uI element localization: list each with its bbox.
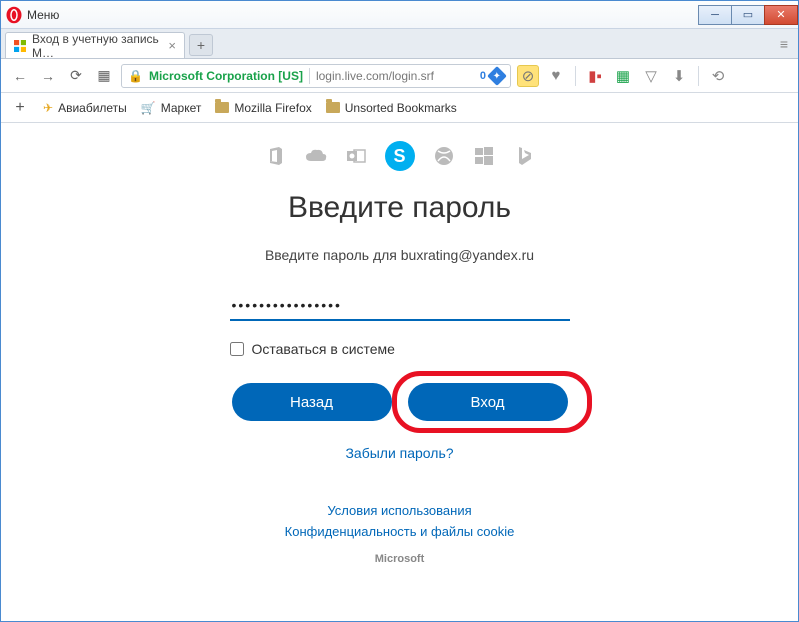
url-text: login.live.com/login.srf: [316, 69, 434, 83]
privacy-link[interactable]: Конфиденциальность и файлы cookie: [285, 524, 515, 539]
window-titlebar: Меню ─ ▭ ✕: [1, 1, 798, 29]
windows-icon: [473, 145, 495, 167]
separator: [309, 68, 310, 84]
window-controls: ─ ▭ ✕: [699, 5, 798, 25]
tab-close-icon[interactable]: ×: [168, 38, 176, 53]
keep-signed-in-checkbox[interactable]: [230, 342, 244, 356]
site-identity: Microsoft Corporation [US]: [149, 69, 303, 83]
microsoft-footer: Microsoft: [375, 553, 425, 565]
bookmark-firefox-folder[interactable]: Mozilla Firefox: [215, 101, 311, 115]
tab-strip: Вход в учетную запись M… × + ≡: [1, 29, 798, 59]
browser-window: Меню ─ ▭ ✕ Вход в учетную запись M… × + …: [0, 0, 799, 622]
address-bar[interactable]: 🔒 Microsoft Corporation [US] login.live.…: [121, 64, 511, 88]
speed-dial-button[interactable]: ▦: [93, 65, 115, 87]
forgot-password: Забыли пароль?: [230, 445, 570, 461]
menu-button[interactable]: Меню: [27, 8, 59, 22]
folder-icon: [215, 102, 229, 113]
separator: [698, 66, 699, 86]
bookmark-label: Mozilla Firefox: [234, 101, 311, 115]
adblock-icon[interactable]: ⊘: [517, 65, 539, 87]
shield-gray-icon[interactable]: ▽: [640, 65, 662, 87]
lastpass-icon[interactable]: ▮▪: [584, 65, 606, 87]
forgot-password-link[interactable]: Забыли пароль?: [345, 445, 453, 461]
page-heading: Введите пароль: [288, 191, 511, 225]
microsoft-favicon-icon: [14, 39, 26, 53]
back-button[interactable]: Назад: [232, 383, 392, 421]
bookmark-market[interactable]: 🛒 Маркет: [141, 101, 202, 115]
skype-icon: S: [385, 141, 415, 171]
bookmark-unsorted-folder[interactable]: Unsorted Bookmarks: [326, 101, 457, 115]
extension-green-icon[interactable]: ▦: [612, 65, 634, 87]
bookmark-label: Unsorted Bookmarks: [345, 101, 457, 115]
shield-icon[interactable]: ✦: [487, 66, 507, 86]
keep-signed-in[interactable]: Оставаться в системе: [230, 341, 570, 357]
tab-title: Вход в учетную запись M…: [32, 32, 162, 60]
outlook-icon: [345, 145, 367, 167]
button-row: Назад Вход: [230, 383, 570, 421]
xbox-icon: [433, 145, 455, 167]
minimize-button[interactable]: ─: [698, 5, 732, 25]
footer-links: Условия использования Конфиденциальность…: [285, 501, 515, 543]
page-content: S Введите пароль Введите пароль для buxr…: [1, 123, 798, 621]
plane-icon: ✈: [43, 101, 53, 115]
lock-icon: 🔒: [128, 69, 143, 83]
opera-logo-icon: [5, 6, 23, 24]
onedrive-icon: [305, 145, 327, 167]
download-icon[interactable]: ⬇: [668, 65, 690, 87]
back-nav-button[interactable]: ←: [9, 65, 31, 87]
maximize-button[interactable]: ▭: [731, 5, 765, 25]
password-input[interactable]: [230, 291, 570, 321]
separator: [575, 66, 576, 86]
folder-icon: [326, 102, 340, 113]
login-form: Оставаться в системе Назад Вход Забыли п…: [230, 291, 570, 461]
add-bookmark-button[interactable]: +: [11, 99, 29, 117]
reload-button[interactable]: ⟳: [65, 65, 87, 87]
signin-button[interactable]: Вход: [408, 383, 568, 421]
tab-login[interactable]: Вход в учетную запись M… ×: [5, 32, 185, 58]
terms-link[interactable]: Условия использования: [327, 503, 471, 518]
page-subtitle: Введите пароль для buxrating@yandex.ru: [265, 247, 534, 263]
service-icons-row: S: [265, 141, 535, 171]
heart-icon[interactable]: ♥: [545, 65, 567, 87]
bing-icon: [513, 145, 535, 167]
panel-toggle-icon[interactable]: ≡: [780, 36, 788, 52]
bookmarks-bar: + ✈ Авиабилеты 🛒 Маркет Mozilla Firefox …: [1, 93, 798, 123]
close-button[interactable]: ✕: [764, 5, 798, 25]
titlebar-left: Меню: [1, 6, 59, 24]
bookmark-aviabilety[interactable]: ✈ Авиабилеты: [43, 101, 127, 115]
bookmark-label: Маркет: [161, 101, 202, 115]
sync-icon[interactable]: ⟲: [707, 65, 729, 87]
new-tab-button[interactable]: +: [189, 34, 213, 56]
forward-nav-button[interactable]: →: [37, 65, 59, 87]
toolbar: ← → ⟳ ▦ 🔒 Microsoft Corporation [US] log…: [1, 59, 798, 93]
cart-icon: 🛒: [141, 101, 156, 115]
bookmark-label: Авиабилеты: [58, 101, 127, 115]
keep-signed-in-label: Оставаться в системе: [252, 341, 395, 357]
office-icon: [265, 145, 287, 167]
tracker-count: 0: [480, 70, 486, 82]
